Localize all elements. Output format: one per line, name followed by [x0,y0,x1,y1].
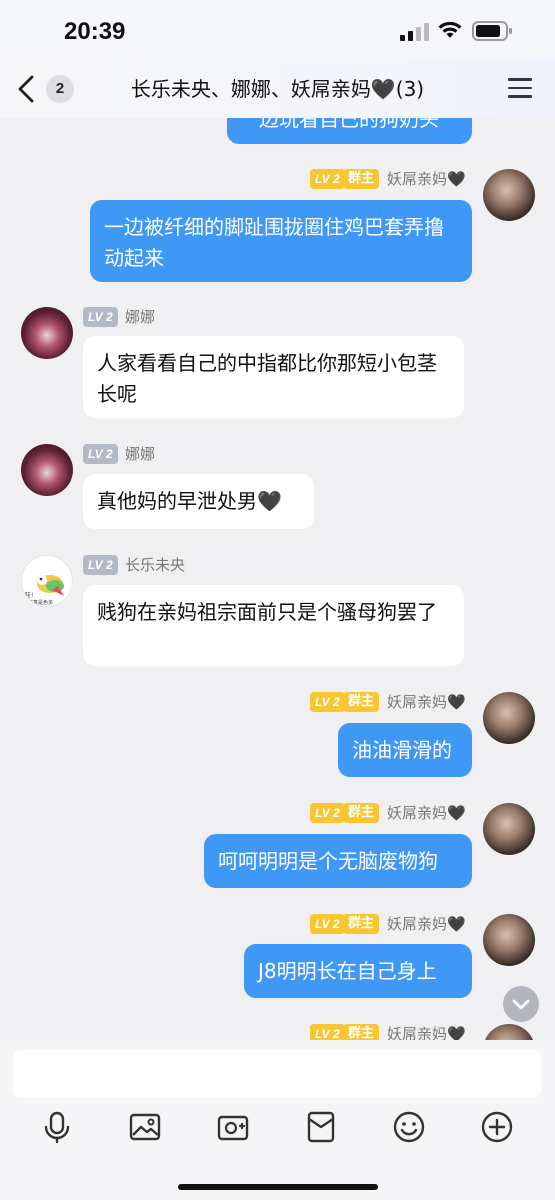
red-packet-icon[interactable] [303,1109,339,1145]
back-arrow-icon[interactable] [14,74,40,104]
emoji-icon[interactable] [391,1109,427,1145]
svg-text:好真是色多: 好真是色多 [28,599,53,606]
owner-badge: 群主 [343,169,380,189]
status-time: 20:39 [64,18,126,45]
signal-icon [400,23,429,41]
level-badge: LV 2 [310,914,345,934]
avatar[interactable]: 哇! 好真是色多 [21,555,73,607]
avatar[interactable] [21,307,73,359]
sender-name: 娜娜 [125,308,156,326]
bird-sticker-icon: 哇! 好真是色多 [25,574,64,606]
level-badge: LV 2 [83,555,118,575]
avatar[interactable] [21,444,73,496]
input-bar [0,1040,555,1200]
sender-name: 娜娜 [125,445,156,463]
avatar[interactable] [483,1024,535,1040]
avatar[interactable] [483,169,535,221]
message-bubble[interactable]: 真他妈的早泄处男🖤 [83,474,314,529]
wifi-icon [438,21,462,38]
owner-badge: 群主 [343,692,380,712]
scroll-to-bottom-button[interactable] [503,986,539,1022]
plus-icon[interactable] [479,1109,515,1145]
message-bubble[interactable]: 呵呵明明是个无脑废物狗 [204,834,472,888]
message-bubble[interactable]: 人家看看自己的中指都比你那短小包茎长呢 [83,336,464,418]
home-indicator[interactable] [178,1184,378,1190]
level-badge: LV 2 [310,1024,345,1040]
message-bubble[interactable]: 油油滑滑的 [338,723,472,777]
avatar[interactable] [483,803,535,855]
camera-icon[interactable] [215,1109,251,1145]
unread-count-badge[interactable]: 2 [46,75,74,103]
svg-text:哇!: 哇! [25,591,33,599]
chat-header: 2 长乐未央、娜娜、妖屌亲妈🖤(3) [0,60,555,118]
sender-name: 妖屌亲妈🖤 [387,693,466,711]
sender-name: 妖屌亲妈🖤 [387,804,466,822]
sender-name: 妖屌亲妈🖤 [387,915,466,933]
message-input[interactable] [13,1050,541,1098]
level-badge: LV 2 [310,169,345,189]
menu-icon[interactable] [508,78,532,100]
owner-badge: 群主 [343,1024,380,1040]
level-badge: LV 2 [83,307,118,327]
message-bubble[interactable]: 一边被纤细的脚趾围拢圈住鸡巴套弄撸动起来 [90,200,472,282]
chevron-down-icon [512,999,530,1010]
sender-name: 长乐未央 [125,556,186,574]
microphone-icon[interactable] [39,1109,75,1145]
message-bubble[interactable]: 边玩看自己的狗奶头 [227,118,472,144]
owner-badge: 群主 [343,914,380,934]
sender-name: 妖屌亲妈🖤 [387,170,466,188]
level-badge: LV 2 [83,444,118,464]
chat-title: 长乐未央、娜娜、妖屌亲妈🖤(3) [130,77,425,101]
sender-name: 妖屌亲妈🖤 [387,1025,466,1040]
message-bubble[interactable]: J8明明长在自己身上 [244,944,472,998]
level-badge: LV 2 [310,803,345,823]
battery-icon [472,21,512,41]
avatar[interactable] [483,914,535,966]
avatar[interactable] [483,692,535,744]
owner-badge: 群主 [343,803,380,823]
status-bar: 20:39 [0,0,555,60]
image-icon[interactable] [127,1109,163,1145]
message-bubble[interactable]: 贱狗在亲妈祖宗面前只是个骚母狗罢了 [83,585,464,666]
level-badge: LV 2 [310,692,345,712]
message-list[interactable]: 边玩看自己的狗奶头 LV 2 群主 妖屌亲妈🖤 一边被纤细的脚趾围拢圈住鸡巴套弄… [0,118,555,1040]
